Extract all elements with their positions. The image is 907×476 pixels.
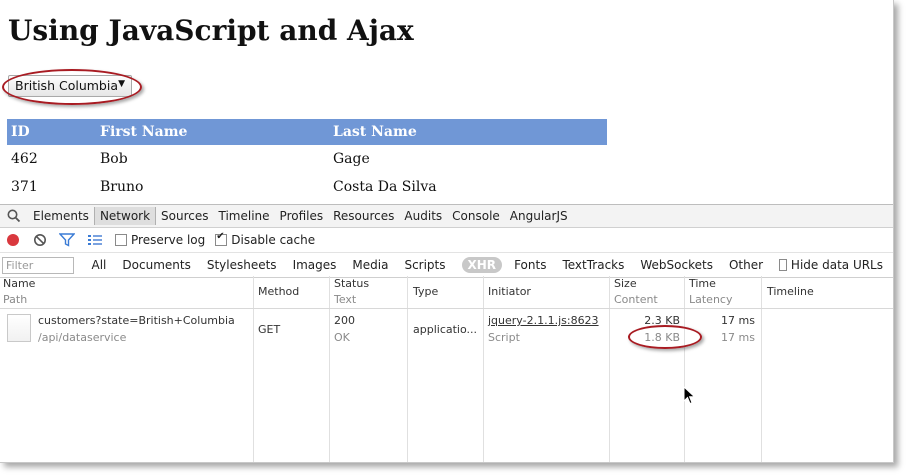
devtools-tab-bar: Elements Network Sources Timeline Profil… [0,205,893,228]
request-size: 2.3 KB 1.8 KB [614,312,680,346]
header-timeline[interactable]: Timeline [767,284,814,300]
cell-first-name: Bruno [100,179,144,195]
devtools-panel: Elements Network Sources Timeline Profil… [0,204,893,462]
request-path-text: /api/dataservice [38,331,127,344]
filter-type-documents[interactable]: Documents [122,258,190,272]
header-path-label: Path [3,293,28,306]
time-value: 17 ms [721,314,755,327]
preserve-log-label: Preserve log [131,233,206,247]
grid-header: Name Path Method Status Text Type Initia… [0,276,893,309]
header-time[interactable]: Time Latency [689,276,732,308]
header-size[interactable]: Size Content [614,276,658,308]
initiator-type: Script [488,331,520,344]
table-row: 371 Bruno Costa Da Silva [7,173,607,201]
network-toolbar: Preserve log Disable cache [0,228,893,253]
tab-timeline[interactable]: Timeline [214,207,275,225]
cell-id: 462 [11,151,38,167]
col-first-name-header: First Name [96,119,329,145]
browser-frame: Using JavaScript and Ajax British Columb… [0,0,894,463]
content-size-value: 1.8 KB [644,331,680,344]
request-name[interactable]: customers?state=British+Columbia /api/da… [38,312,235,346]
table-header-row: ID First Name Last Name [7,119,607,145]
preserve-log-checkbox[interactable] [115,234,127,246]
header-method[interactable]: Method [258,284,299,300]
tab-resources[interactable]: Resources [328,207,399,225]
hide-data-urls-label: Hide data URLs [790,258,883,272]
tab-network[interactable]: Network [93,207,157,225]
filter-type-all[interactable]: All [92,258,107,272]
filter-type-stylesheets[interactable]: Stylesheets [207,258,277,272]
filter-input[interactable]: Filter [2,256,74,274]
request-status: 200 OK [334,312,355,346]
filter-type-xhr[interactable]: XHR [461,257,503,273]
header-status-label: Status [334,277,370,290]
filter-type-images[interactable]: Images [293,258,337,272]
large-rows-icon[interactable] [87,233,103,247]
state-select-value: British Columbia [15,78,118,93]
status-text: OK [334,331,350,344]
file-icon [7,314,31,342]
header-type[interactable]: Type [413,284,438,300]
tab-audits[interactable]: Audits [399,207,447,225]
disable-cache-checkbox[interactable] [215,231,228,246]
network-request-grid: Name Path Method Status Text Type Initia… [0,276,893,462]
header-name[interactable]: Name Path [3,276,35,308]
filter-type-fonts[interactable]: Fonts [514,258,546,272]
tab-console[interactable]: Console [447,207,505,225]
request-time: 17 ms 17 ms [689,312,755,346]
disable-cache-label: Disable cache [231,233,316,247]
filter-type-scripts[interactable]: Scripts [404,258,445,272]
cell-last-name: Costa Da Silva [333,179,437,195]
filter-type-other[interactable]: Other [729,258,763,272]
clear-icon[interactable] [33,233,47,247]
record-button[interactable] [7,234,19,246]
filter-type-websockets[interactable]: WebSockets [640,258,713,272]
header-status[interactable]: Status Text [334,276,369,308]
table-row: 462 Bob Gage [7,145,607,173]
header-name-label: Name [3,277,36,290]
request-initiator: jquery-2.1.1.js:8623 Script [488,312,599,346]
tab-sources[interactable]: Sources [156,207,213,225]
cell-first-name: Bob [100,151,128,167]
tab-profiles[interactable]: Profiles [275,207,329,225]
header-content-label: Content [614,293,658,306]
col-last-name-header: Last Name [329,119,607,145]
tab-elements[interactable]: Elements [28,207,94,225]
filter-type-media[interactable]: Media [352,258,388,272]
cell-id: 371 [11,179,38,195]
filter-type-texttracks[interactable]: TextTracks [562,258,624,272]
tab-angularjs[interactable]: AngularJS [505,207,573,225]
filter-bar: Filter All Documents Stylesheets Images … [0,253,893,278]
col-id-header: ID [7,119,96,145]
latency-value: 17 ms [721,331,755,344]
inspect-search-icon[interactable] [6,208,22,224]
request-name-text: customers?state=British+Columbia [38,314,235,327]
size-value: 2.3 KB [644,314,680,327]
request-type: applicatio... [413,323,478,336]
page-title: Using JavaScript and Ajax [8,14,414,47]
header-latency-label: Latency [689,293,733,306]
header-time-label: Time [689,277,716,290]
status-code: 200 [334,314,355,327]
filter-funnel-icon[interactable] [59,233,75,247]
cell-last-name: Gage [333,151,370,167]
hide-data-urls-checkbox[interactable] [779,259,787,271]
state-select[interactable]: British Columbia ▼ [8,75,132,97]
mouse-cursor-icon [683,386,696,405]
header-size-label: Size [614,277,637,290]
customers-table: ID First Name Last Name 462 Bob Gage 371… [7,119,607,201]
request-method: GET [258,323,281,336]
dropdown-arrow-icon: ▼ [118,79,125,89]
initiator-link[interactable]: jquery-2.1.1.js:8623 [488,312,599,329]
header-text-label: Text [334,293,357,306]
header-initiator[interactable]: Initiator [488,284,531,300]
